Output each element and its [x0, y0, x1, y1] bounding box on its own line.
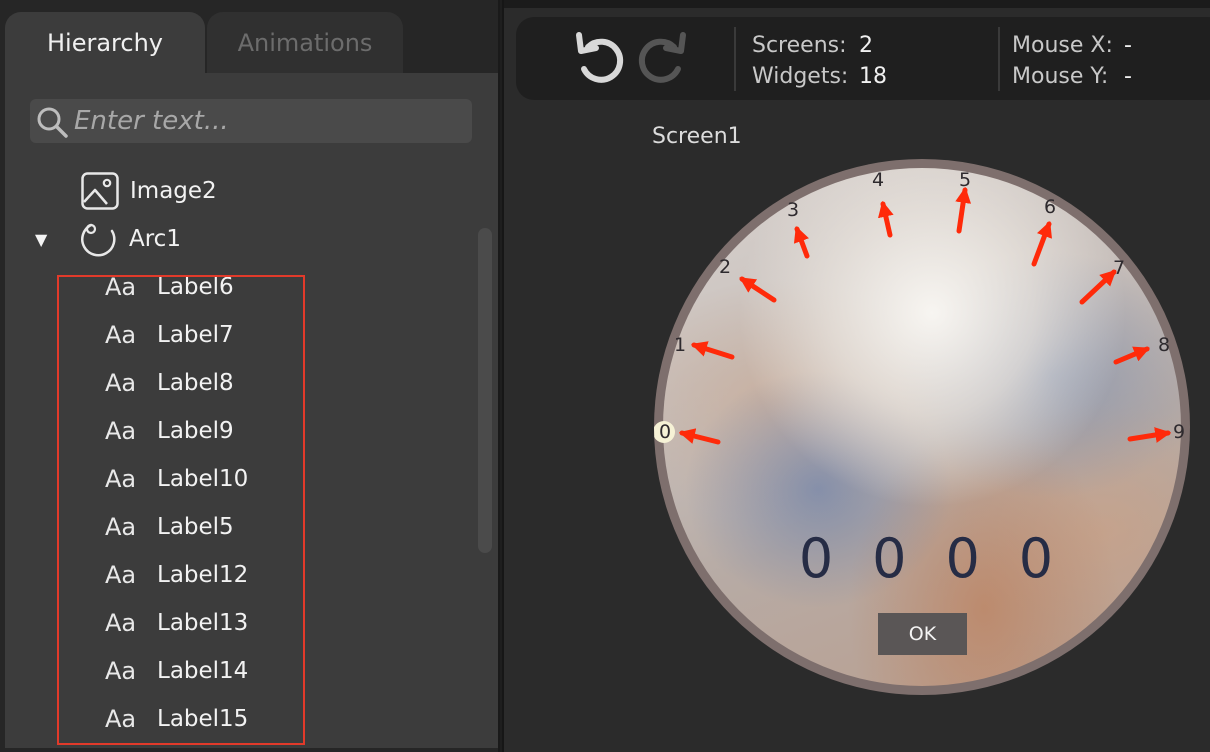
search-input[interactable]	[74, 99, 464, 143]
screens-count: 2	[859, 33, 873, 58]
mouse-x-label: Mouse X:	[1012, 33, 1113, 58]
toolbar-divider	[734, 27, 736, 91]
ok-button[interactable]: OK	[878, 613, 967, 655]
editor-toolbar: Screens: 2 Widgets: 18 Mouse X: - Mouse …	[516, 17, 1210, 100]
image-icon	[81, 172, 119, 210]
dial-arrow	[1031, 221, 1052, 267]
redo-button[interactable]	[634, 29, 690, 87]
mouse-x-value: -	[1124, 33, 1132, 58]
dial-number: 1	[674, 334, 686, 356]
undo-button[interactable]	[572, 29, 628, 87]
dial-arrow	[793, 225, 810, 259]
dial-arrow	[690, 341, 735, 360]
dial-number: 5	[959, 169, 971, 191]
arc-icon	[81, 223, 116, 257]
dial-number: 4	[872, 169, 884, 191]
hierarchy-panel: Hierarchy Animations Image2 ▼ Arc1	[0, 0, 500, 752]
tree-scrollbar[interactable]	[478, 228, 492, 553]
selection-highlight-box	[57, 275, 305, 745]
expand-triangle-icon[interactable]: ▼	[35, 230, 53, 249]
hierarchy-tree-panel: Image2 ▼ Arc1 Aa Label6 Aa Label7 Aa Lab…	[5, 73, 498, 748]
dial-number: 9	[1173, 421, 1185, 443]
dial-number: 8	[1158, 334, 1170, 356]
screens-label: Screens:	[752, 33, 847, 58]
tree-item-label: Image2	[130, 178, 217, 204]
tab-hierarchy[interactable]: Hierarchy	[5, 12, 205, 74]
moon-dial-widget[interactable]: 0 1 2 3 4 5 6 7 8 9 0 0 0 0 OK	[654, 159, 1190, 695]
mouse-y-label: Mouse Y:	[1012, 64, 1109, 89]
editor-canvas-area: Screens: 2 Widgets: 18 Mouse X: - Mouse …	[502, 0, 1210, 752]
dial-arrow	[1079, 269, 1117, 305]
code-digit: 0	[945, 527, 980, 590]
widgets-label: Widgets:	[752, 64, 849, 89]
dial-arrow	[878, 200, 894, 238]
dial-arrow	[678, 428, 721, 445]
dial-numbers: 0 1 2 3 4 5 6 7 8 9	[659, 169, 1185, 443]
toolbar-divider	[998, 27, 1000, 91]
screen-title: Screen1	[652, 124, 742, 149]
code-digit: 0	[798, 527, 834, 590]
dial-arrow	[1127, 427, 1172, 443]
dial-arrows	[678, 186, 1172, 445]
search-box[interactable]	[30, 99, 472, 143]
mouse-y-value: -	[1124, 64, 1132, 89]
dial-number: 0	[659, 421, 671, 443]
tree-item-label: Arc1	[129, 226, 181, 252]
top-strip	[504, 0, 1210, 8]
search-icon	[37, 107, 68, 138]
dial-arrow	[1113, 346, 1150, 365]
tree-item-arc1[interactable]: ▼ Arc1	[35, 217, 181, 261]
undo-icon	[576, 32, 624, 83]
code-digit: 0	[872, 527, 907, 590]
code-digit: 0	[1018, 527, 1054, 590]
dial-arrow	[955, 186, 972, 234]
dial-number: 3	[787, 199, 799, 221]
widgets-count: 18	[859, 64, 887, 89]
dial-number: 7	[1113, 257, 1125, 279]
dial-number: 2	[719, 256, 731, 278]
tab-animations[interactable]: Animations	[207, 12, 403, 74]
code-digits: 0 0 0 0	[786, 527, 1066, 590]
redo-icon	[638, 32, 686, 83]
tree-item-image2[interactable]: Image2	[80, 169, 217, 213]
dial-number: 6	[1044, 196, 1056, 218]
dial-arrow	[739, 276, 777, 303]
